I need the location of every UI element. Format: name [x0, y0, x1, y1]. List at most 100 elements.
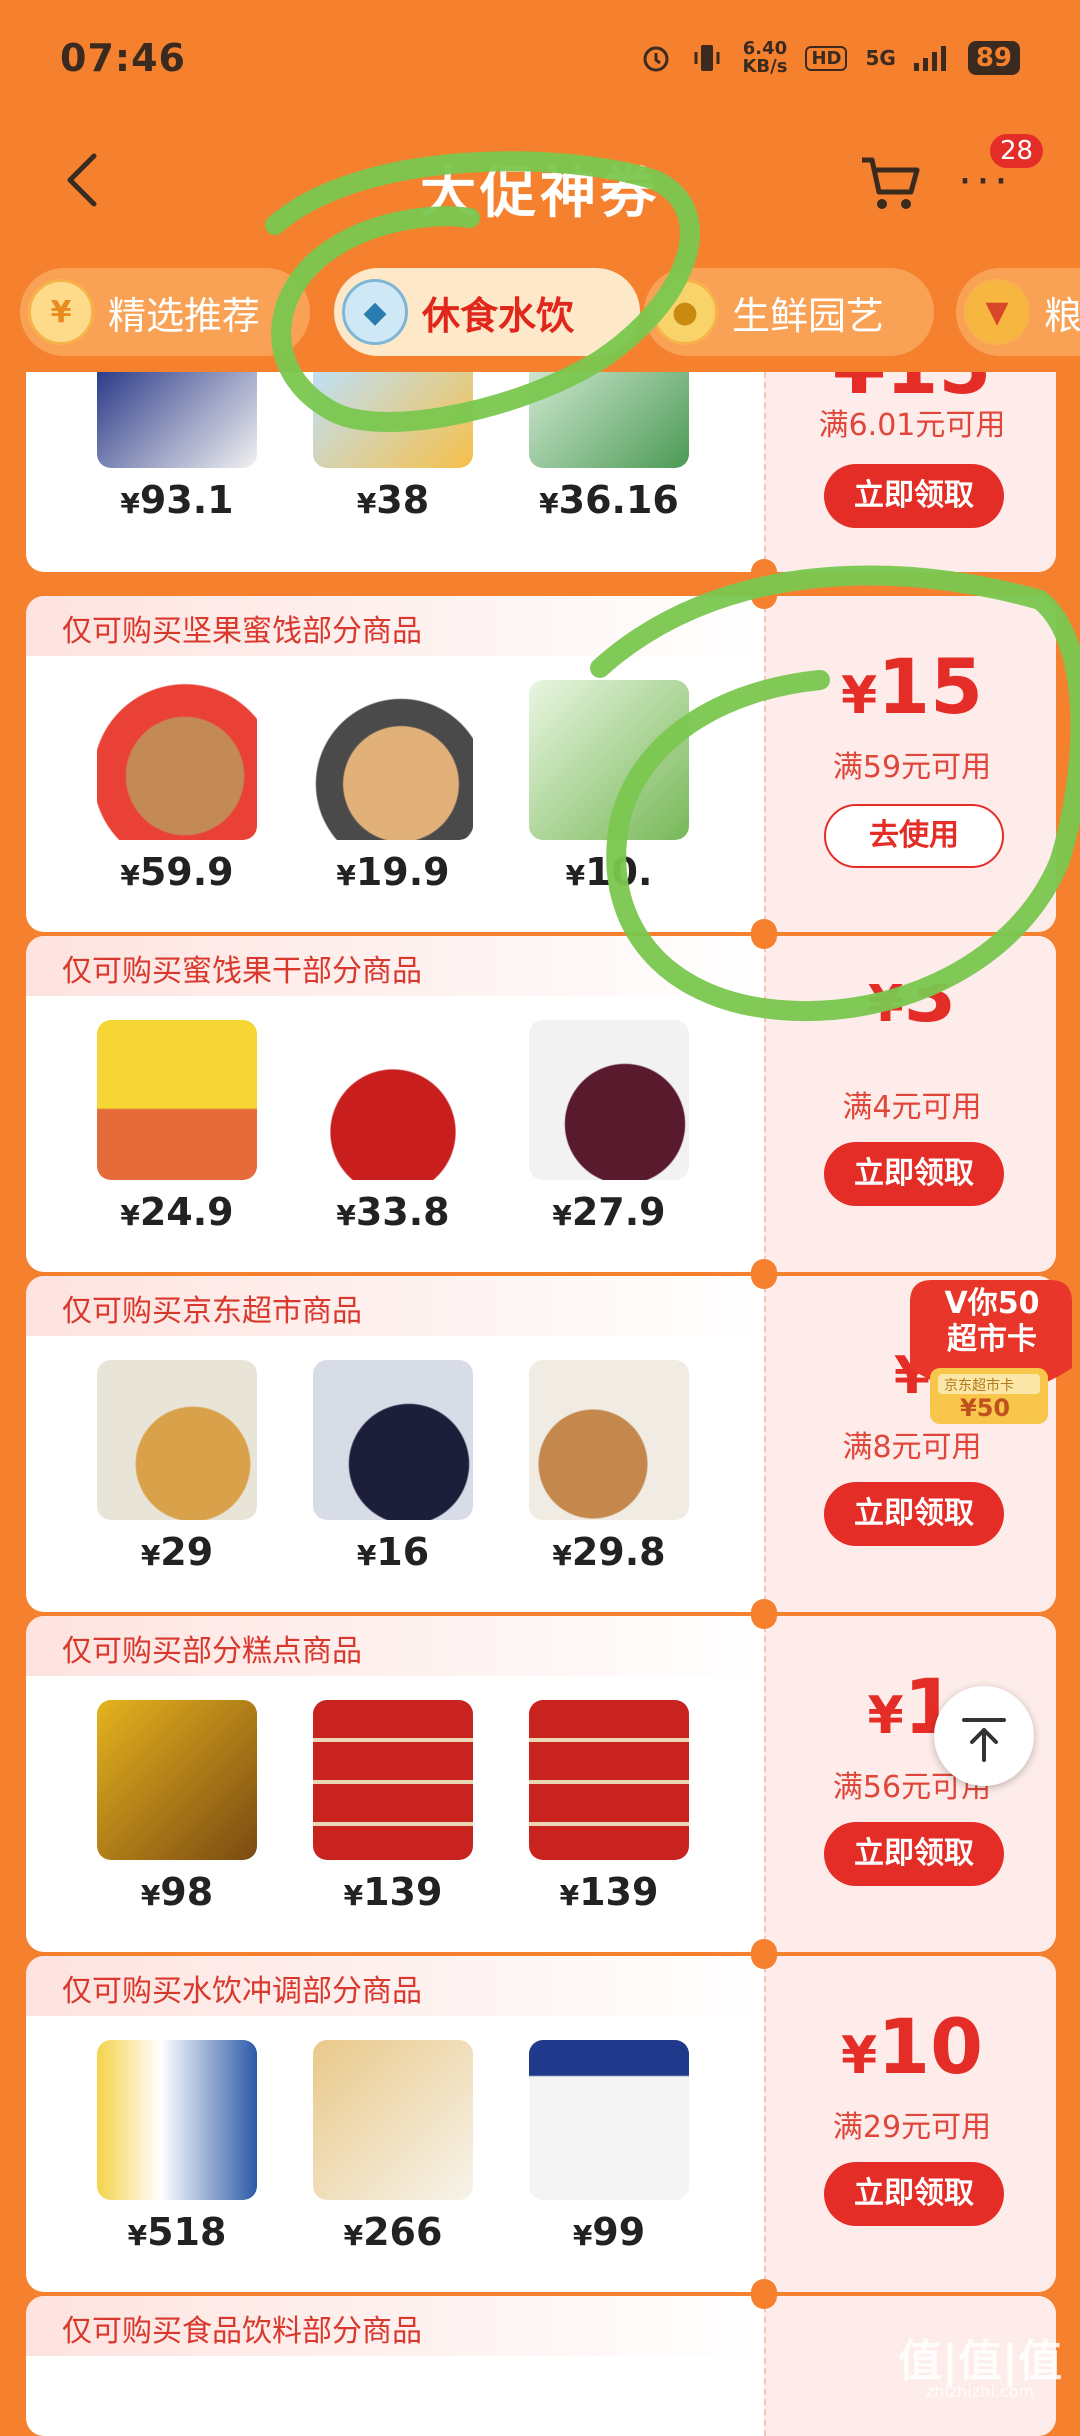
price-value: 139	[363, 1870, 443, 1914]
product-item[interactable]: ¥16	[288, 1360, 498, 1574]
site-watermark: 值|值|值 zhizhizhi.com	[898, 2340, 1062, 2400]
amount-value: 3	[903, 950, 957, 1039]
promo-amount: ¥50	[960, 1394, 1011, 1422]
signal-bars-icon	[913, 46, 946, 71]
tab-featured[interactable]: ¥ 精选推荐	[20, 268, 310, 356]
product-price: ¥29.8	[504, 1530, 714, 1574]
product-item[interactable]: ¥266	[288, 2040, 498, 2254]
tab-grain[interactable]: ▼ 粮	[956, 268, 1080, 356]
product-price: ¥27.9	[504, 1190, 714, 1234]
product-item[interactable]: ¥93.1	[72, 372, 282, 522]
product-item[interactable]: ¥36.16	[504, 372, 714, 522]
coupon-card: 仅可购买水饮冲调部分商品 ¥518 ¥266 ¥99 ¥10 满29元可用 立即…	[26, 1956, 1056, 2292]
cart-icon[interactable]	[858, 150, 922, 214]
product-image	[313, 1360, 473, 1520]
battery-level: 89	[967, 41, 1020, 75]
currency-symbol: ¥	[343, 1879, 364, 1912]
product-image	[529, 2040, 689, 2200]
promo-tag: 京东超市卡	[944, 1378, 1014, 1394]
page-header: 大促神券 ··· 28	[0, 120, 1080, 240]
product-image	[313, 1700, 473, 1860]
product-item[interactable]: ¥29.8	[504, 1360, 714, 1574]
coupon-scope-label: 仅可购买京东超市商品	[62, 1294, 362, 1329]
claim-button[interactable]: 立即领取	[824, 1822, 1004, 1886]
coupon-scope-label: 仅可购买水饮冲调部分商品	[62, 1974, 422, 2009]
amount-value: 15	[877, 642, 983, 731]
coupon-scope-label: 仅可购买食品饮料部分商品	[62, 2314, 422, 2349]
product-item[interactable]: ¥518	[72, 2040, 282, 2254]
product-image	[313, 680, 473, 840]
use-coupon-button[interactable]: 去使用	[824, 804, 1004, 868]
coupon-scope-header: 仅可购买水饮冲调部分商品	[26, 1956, 764, 2016]
tab-label: 粮	[1044, 293, 1080, 338]
claim-button[interactable]: 立即领取	[824, 1482, 1004, 1546]
coupon-condition: 满4元可用	[842, 1090, 982, 1125]
currency-symbol: ¥	[336, 859, 356, 892]
product-image	[529, 372, 689, 468]
product-item[interactable]: ¥139	[504, 1700, 714, 1914]
product-item[interactable]: ¥99	[504, 2040, 714, 2254]
product-item[interactable]: ¥10.	[504, 680, 714, 894]
arrow-up-icon	[962, 1718, 1006, 1762]
product-item[interactable]: ¥24.9	[72, 1020, 282, 1234]
product-area: ¥93.1 ¥38 ¥36.16	[26, 372, 764, 572]
coupon-condition: 满29元可用	[832, 2110, 992, 2145]
price-value: 38	[376, 478, 430, 522]
coupon-scope-label: 仅可购买蜜饯果干部分商品	[62, 954, 422, 989]
supermarket-card-promo[interactable]: V你50 超市卡 京东超市卡 ¥50	[900, 1272, 1078, 1432]
price-value: 24.9	[139, 1190, 234, 1234]
product-image	[97, 1020, 257, 1180]
more-icon[interactable]: ···	[958, 160, 1012, 204]
product-price: ¥139	[288, 1870, 498, 1914]
product-area: 仅可购买水饮冲调部分商品 ¥518 ¥266 ¥99	[26, 1956, 764, 2292]
signal-5g: 5G	[865, 46, 896, 70]
coupon-condition: 满6.01元可用	[818, 408, 1006, 443]
currency-symbol: ¥	[356, 487, 377, 520]
currency-symbol: ¥	[343, 2219, 364, 2252]
coupon-scope-header: 仅可购买蜜饯果干部分商品	[26, 936, 764, 996]
claim-button[interactable]: 立即领取	[824, 464, 1004, 528]
product-image	[97, 1700, 257, 1860]
currency-symbol: ¥	[841, 666, 878, 726]
coupon-amount: ¥10	[766, 2002, 1056, 2091]
product-price: ¥19.9	[288, 850, 498, 894]
back-to-top-button[interactable]	[934, 1686, 1034, 1786]
currency-symbol: ¥	[120, 859, 140, 892]
product-image	[97, 680, 257, 840]
product-item[interactable]: ¥139	[288, 1700, 498, 1914]
product-item[interactable]: ¥33.8	[288, 1020, 498, 1234]
product-item[interactable]: ¥19.9	[288, 680, 498, 894]
snack-icon: ◆	[342, 279, 408, 345]
product-price: ¥36.16	[504, 478, 714, 522]
coupon-scope-label: 仅可购买坚果蜜饯部分商品	[62, 614, 422, 649]
coupon-scope-header: 仅可购买坚果蜜饯部分商品	[26, 596, 764, 656]
price-value: 98	[160, 1870, 214, 1914]
coupon-amount: ¥15	[766, 642, 1056, 731]
coupon-panel: ¥15 满6.01元可用 立即领取	[764, 372, 1056, 572]
tab-snacks-drinks[interactable]: ◆ 休食水饮	[334, 268, 640, 356]
home-indicator[interactable]	[324, 2396, 756, 2402]
currency-symbol: ¥	[552, 1199, 572, 1232]
product-image	[313, 1020, 473, 1180]
claim-button[interactable]: 立即领取	[824, 1142, 1004, 1206]
claim-button[interactable]: 立即领取	[824, 2162, 1004, 2226]
watermark-text: 值|值|值	[897, 2336, 1062, 2387]
product-item[interactable]: ¥29	[72, 1360, 282, 1574]
currency-symbol: ¥	[127, 2219, 148, 2252]
tab-fresh-garden[interactable]: ● 生鲜园艺	[644, 268, 934, 356]
product-price: ¥16	[288, 1530, 498, 1574]
product-image	[529, 1360, 689, 1520]
product-image	[97, 372, 257, 468]
product-item[interactable]: ¥59.9	[72, 680, 282, 894]
product-item[interactable]: ¥27.9	[504, 1020, 714, 1234]
drink-icon: ▼	[964, 279, 1030, 345]
coupon-card: 仅可购买坚果蜜饯部分商品 ¥59.9 ¥19.9 ¥10. ¥15 满59元可用…	[26, 596, 1056, 932]
coupon-panel: ¥15 满59元可用 去使用	[764, 596, 1056, 932]
product-item[interactable]: ¥98	[72, 1700, 282, 1914]
product-image	[529, 1020, 689, 1180]
product-area: 仅可购买京东超市商品 ¥29 ¥16 ¥29.8	[26, 1276, 764, 1612]
alarm-icon	[643, 46, 669, 72]
price-value: 99	[592, 2210, 646, 2254]
product-price: ¥38	[288, 478, 498, 522]
product-item[interactable]: ¥38	[288, 372, 498, 522]
